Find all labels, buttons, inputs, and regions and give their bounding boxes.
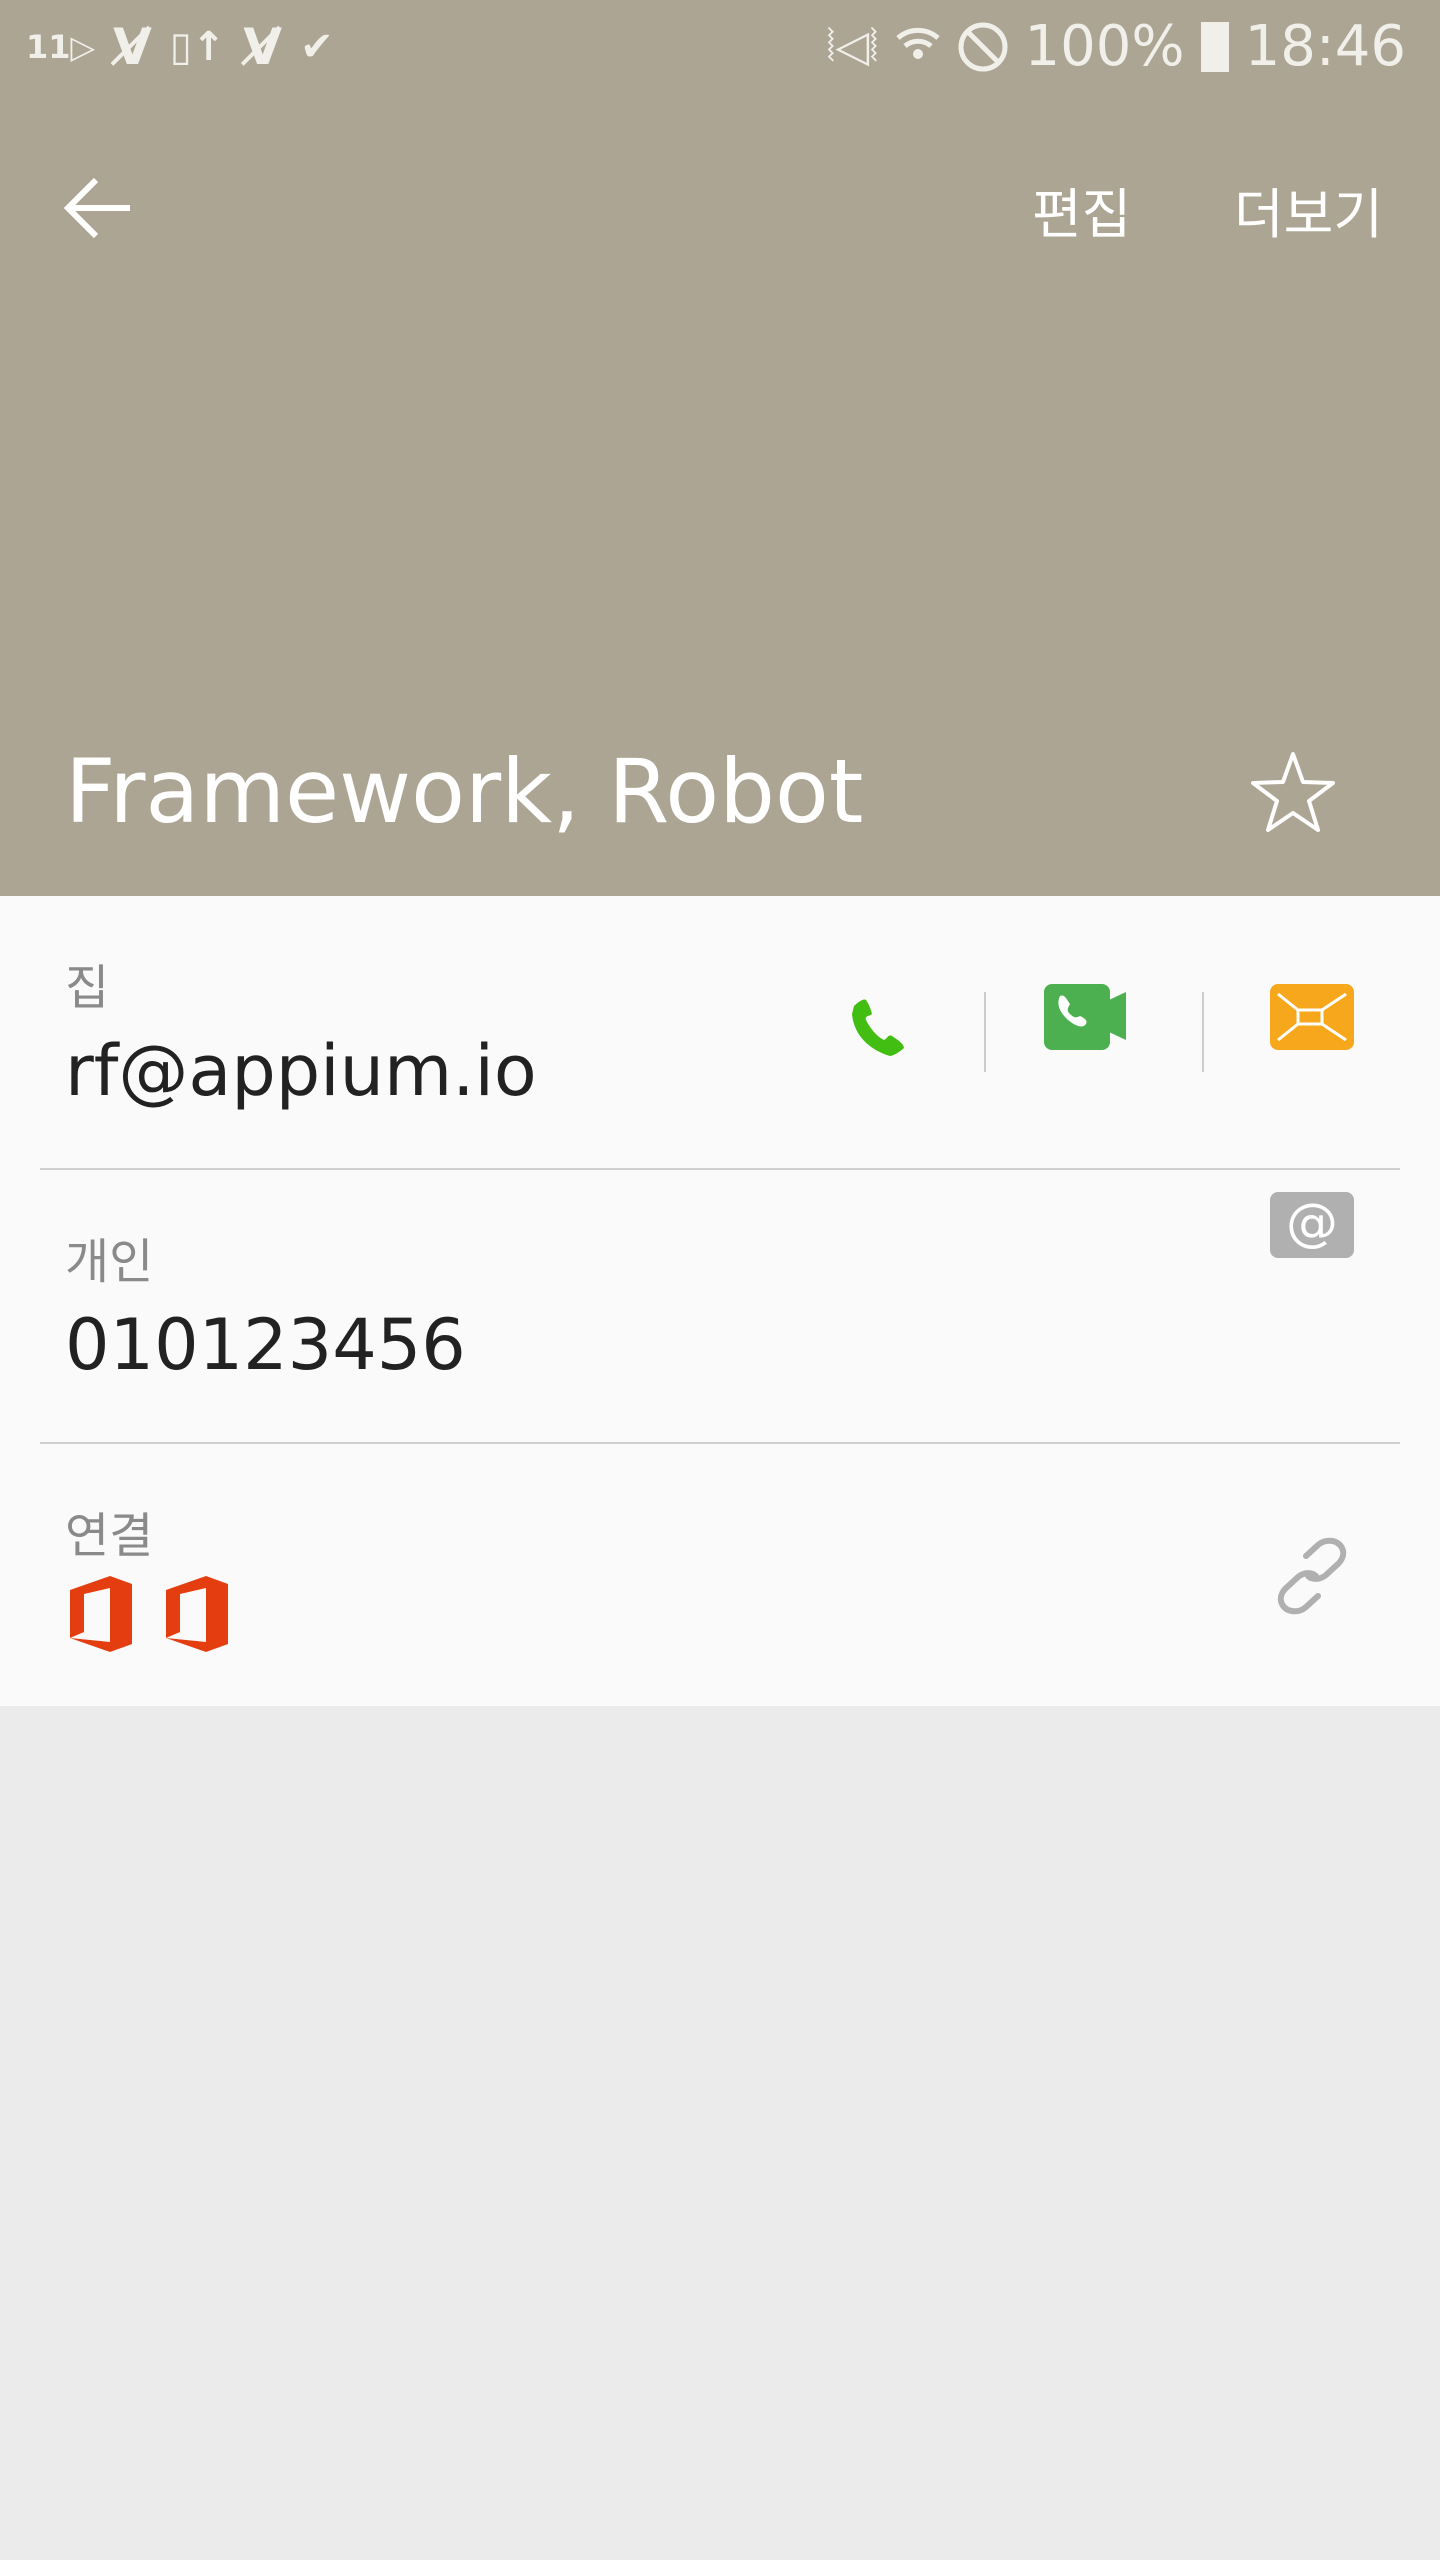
phone-upload-icon: ▯↑ bbox=[169, 24, 226, 70]
email-at-icon[interactable]: @ bbox=[1270, 1192, 1354, 1258]
message-icon[interactable] bbox=[1270, 984, 1354, 1050]
clock: 18:46 bbox=[1244, 14, 1406, 79]
more-button[interactable]: 더보기 bbox=[1234, 170, 1383, 249]
row-value: 010123456 bbox=[65, 1304, 466, 1386]
wifi-icon bbox=[895, 27, 940, 59]
separator bbox=[984, 992, 986, 1072]
connections-row: 연결 bbox=[0, 1444, 1440, 1718]
battery-percent: 100% bbox=[1024, 14, 1185, 79]
battery-icon bbox=[1200, 21, 1229, 72]
sim-11-icon: 11▷ bbox=[26, 28, 96, 66]
video-call-icon[interactable] bbox=[1044, 984, 1146, 1050]
phone-row[interactable]: 개인 010123456 @ bbox=[0, 1170, 1440, 1444]
check-icon: ✔ bbox=[300, 24, 334, 70]
edit-button[interactable]: 편집 bbox=[1032, 170, 1131, 249]
office-icon[interactable] bbox=[166, 1576, 230, 1652]
vs-icon: V̸ bbox=[113, 18, 152, 76]
do-not-disturb-icon bbox=[958, 22, 1007, 71]
vibrate-mute-icon: ⦚◁⦚ bbox=[826, 21, 879, 72]
phone-icon[interactable] bbox=[842, 992, 914, 1064]
contact-header: 11▷ V̸ ▯↑ V̸ ✔ ⦚◁⦚ 100% 18:46 편집 더보기 Fra… bbox=[0, 0, 1440, 896]
link-icon[interactable] bbox=[1272, 1536, 1352, 1616]
separator bbox=[1202, 992, 1204, 1072]
email-row[interactable]: 집 rf@appium.io bbox=[0, 896, 1440, 1170]
notification-icons: 11▷ V̸ ▯↑ V̸ ✔ bbox=[26, 18, 334, 76]
contact-name: Framework, Robot bbox=[65, 740, 864, 843]
vs-icon: V̸ bbox=[243, 18, 283, 76]
back-arrow-icon[interactable] bbox=[60, 170, 136, 246]
row-value: rf@appium.io bbox=[65, 1030, 537, 1112]
row-label: 개인 bbox=[65, 1234, 154, 1290]
favorite-star-icon[interactable] bbox=[1248, 748, 1338, 838]
office-icon[interactable] bbox=[70, 1576, 134, 1652]
row-label: 연결 bbox=[65, 1508, 154, 1564]
contact-details: 집 rf@appium.io 개인 010123456 @ 연결 bbox=[0, 896, 1440, 1706]
system-icons: ⦚◁⦚ 100% 18:46 bbox=[826, 14, 1406, 79]
row-label: 집 bbox=[65, 960, 110, 1016]
status-bar: 11▷ V̸ ▯↑ V̸ ✔ ⦚◁⦚ 100% 18:46 bbox=[0, 0, 1440, 100]
